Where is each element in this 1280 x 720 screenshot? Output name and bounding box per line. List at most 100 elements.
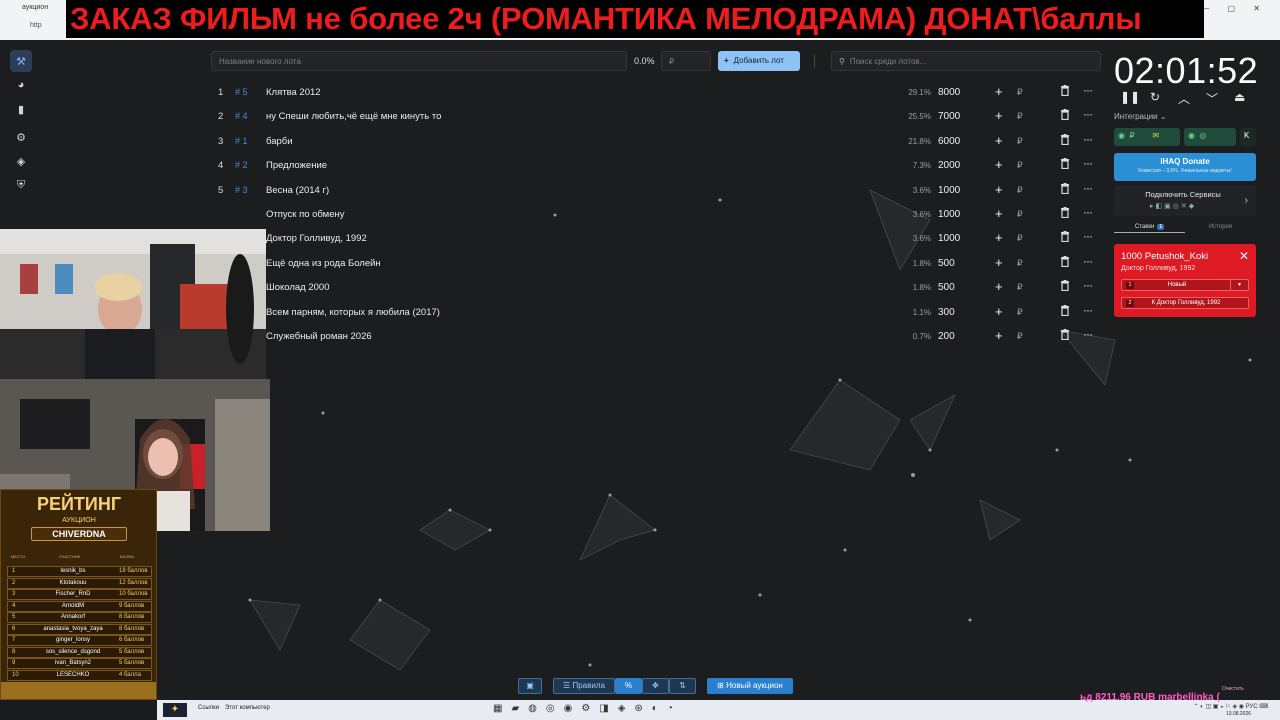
trash-icon[interactable]	[1060, 133, 1070, 145]
new-lot-input[interactable]: Название нового лота	[211, 51, 627, 71]
trash-icon[interactable]	[1060, 280, 1070, 292]
lot-search-input[interactable]: ⚲ Поиск среди лотов...	[831, 51, 1101, 71]
add-bid-icon[interactable]: +	[995, 230, 1003, 245]
add-bid-icon[interactable]: +	[995, 182, 1003, 197]
lot-row[interactable]: 2 # 4 ну Спеши любить,чё ещё мне кинуть то…	[211, 104, 1101, 128]
browser-tab-title[interactable]: аукцион	[22, 4, 48, 11]
sort-icon[interactable]: ⇅	[669, 678, 696, 694]
connect-services-button[interactable]: Подключить Сервисы ▸◧▣◎✕◆ ›	[1114, 186, 1256, 216]
settings-icon[interactable]: ⚙	[10, 126, 32, 148]
chevron-down-icon[interactable]: ▾	[1230, 280, 1248, 290]
currency-icon[interactable]: ₽	[1017, 160, 1023, 171]
lot-row[interactable]: Отпуск по обмену 3.6% 1000 + ₽ ···	[211, 202, 1101, 226]
lot-row[interactable]: Шоколад 2000 1.8% 500 + ₽ ···	[211, 275, 1101, 299]
trash-icon[interactable]	[1060, 85, 1070, 96]
lot-row[interactable]: 4 # 2 Предложение 7.3% 2000 + ₽ ···	[211, 153, 1101, 177]
more-icon[interactable]: ···	[1083, 205, 1093, 219]
chevron-down-icon[interactable]: ﹀	[1206, 90, 1218, 107]
add-bid-icon[interactable]: +	[995, 133, 1003, 148]
lot-name[interactable]: Служебный роман 2026	[266, 331, 372, 342]
lot-row[interactable]: 5 # 3 Весна (2014 г) 3.6% 1000 + ₽ ···	[211, 178, 1101, 202]
lot-row[interactable]: Доктор Голливуд, 1992 3.6% 1000 + ₽ ···	[211, 226, 1101, 250]
trash-icon[interactable]	[1060, 182, 1070, 194]
lot-name[interactable]: Ещё одна из рода Болейн	[266, 258, 381, 269]
currency-icon[interactable]: ₽	[1017, 185, 1023, 196]
bid-option-new[interactable]: 1 Новый ▾	[1121, 279, 1249, 291]
lot-name[interactable]: Всем парням, которых я любила (2017)	[266, 307, 440, 318]
ihaq-donate-button[interactable]: IHAQ Donate Комиссия – 3,5%. Уникальные …	[1114, 153, 1256, 181]
collapse-icon[interactable]: ⏏	[1234, 90, 1245, 104]
lot-name[interactable]: ну Спеши любить,чё ещё мне кинуть то	[266, 111, 441, 122]
add-bid-icon[interactable]: +	[995, 157, 1003, 172]
trash-icon[interactable]	[1060, 207, 1070, 218]
lot-name[interactable]: Клятва 2012	[266, 87, 321, 98]
add-bid-icon[interactable]: +	[995, 108, 1003, 123]
currency-icon[interactable]: ₽	[1017, 233, 1023, 244]
system-tray[interactable]: ⌃ ◐ ◫ ▣ ◒ ⚐ ◈ ◉ РУС ⌨	[1193, 703, 1268, 710]
trash-icon[interactable]	[1060, 158, 1070, 170]
lot-row[interactable]: Служебный роман 2026 0.7% 200 + ₽ ···	[211, 324, 1101, 348]
add-bid-icon[interactable]: +	[995, 328, 1003, 343]
trash-icon[interactable]	[1060, 255, 1070, 267]
kick-icon[interactable]: K	[1240, 128, 1256, 146]
integrations-dropdown[interactable]: Интеграции ⌄	[1114, 112, 1166, 121]
lot-name[interactable]: Предложение	[266, 160, 327, 171]
chevron-up-icon[interactable]: ︿	[1178, 90, 1190, 107]
lot-name[interactable]: Весна (2014 г)	[266, 185, 329, 196]
move-icon[interactable]: ✥	[642, 678, 669, 694]
lot-name[interactable]: барби	[266, 136, 293, 147]
bid-option-existing[interactable]: 2 К Доктор Голливуд, 1992	[1121, 297, 1249, 309]
more-icon[interactable]: ···	[1083, 229, 1093, 243]
lot-name[interactable]: Отпуск по обмену	[266, 209, 344, 220]
rules-button[interactable]: ☰ Правила	[553, 678, 615, 694]
more-icon[interactable]: ···	[1083, 156, 1093, 170]
percent-toggle-icon[interactable]: %	[615, 678, 642, 694]
donation-integration[interactable]: ◉ ₽ ✉	[1114, 128, 1180, 146]
taskbar-links[interactable]: Ссылки	[198, 705, 219, 711]
new-lot-amount-input[interactable]: ₽	[661, 51, 711, 71]
lot-row[interactable]: Ещё одна из рода Болейн 1.8% 500 + ₽ ···	[211, 251, 1101, 275]
layers-icon[interactable]: ◈	[10, 150, 32, 172]
add-bid-icon[interactable]: +	[995, 255, 1003, 270]
trash-icon[interactable]	[1060, 304, 1070, 316]
currency-icon[interactable]: ₽	[1017, 111, 1023, 122]
more-icon[interactable]: ···	[1083, 278, 1093, 292]
new-auction-button[interactable]: ⊞ Новый аукцион	[707, 678, 793, 694]
browser-window-controls[interactable]: — ▢ ✕	[1201, 4, 1268, 13]
pause-icon[interactable]: ❚❚	[1120, 90, 1140, 104]
more-icon[interactable]: ···	[1083, 303, 1093, 317]
lot-row[interactable]: 3 # 1 барби 21.8% 6000 + ₽ ···	[211, 129, 1101, 153]
trash-icon[interactable]	[1060, 231, 1070, 243]
currency-icon[interactable]: ₽	[1017, 258, 1023, 269]
add-bid-icon[interactable]: +	[995, 206, 1003, 221]
currency-icon[interactable]: ₽	[1017, 331, 1023, 342]
trash-icon[interactable]	[1060, 329, 1070, 340]
browser-url[interactable]: http	[30, 22, 70, 36]
trash-icon[interactable]	[1060, 109, 1070, 121]
start-icon[interactable]: ✦	[163, 703, 187, 717]
calendar-icon[interactable]: ▣	[518, 678, 542, 694]
stats-icon[interactable]: ▮	[10, 98, 32, 120]
stream-integration[interactable]: ◉ ◎	[1184, 128, 1236, 146]
shield-icon[interactable]: ⛨	[10, 174, 32, 196]
lot-row[interactable]: 1 # 5 Клятва 2012 29.1% 8000 + ₽ ···	[211, 80, 1101, 104]
more-icon[interactable]: ···	[1083, 327, 1093, 341]
lot-row[interactable]: Всем парням, которых я любила (2017) 1.1%…	[211, 300, 1101, 324]
reset-icon[interactable]: ↻	[1150, 90, 1160, 104]
more-icon[interactable]: ···	[1083, 132, 1093, 146]
more-icon[interactable]: ···	[1083, 181, 1093, 195]
wheel-icon[interactable]: ◕	[10, 74, 32, 96]
tab-history[interactable]: История	[1185, 224, 1256, 230]
more-icon[interactable]: ···	[1083, 83, 1093, 97]
add-bid-icon[interactable]: +	[995, 304, 1003, 319]
currency-icon[interactable]: ₽	[1017, 209, 1023, 220]
currency-icon[interactable]: ₽	[1017, 87, 1023, 98]
lot-name[interactable]: Шоколад 2000	[266, 282, 329, 293]
taskbar-app-icons[interactable]: ▦▰◍◎◉⚙◨◈⊛◐◔	[493, 703, 682, 714]
currency-icon[interactable]: ₽	[1017, 307, 1023, 318]
more-icon[interactable]: ···	[1083, 107, 1093, 121]
tab-bids[interactable]: Ставки 1	[1114, 224, 1185, 233]
currency-icon[interactable]: ₽	[1017, 282, 1023, 293]
auction-icon[interactable]: ⚒	[10, 50, 32, 72]
more-icon[interactable]: ···	[1083, 254, 1093, 268]
